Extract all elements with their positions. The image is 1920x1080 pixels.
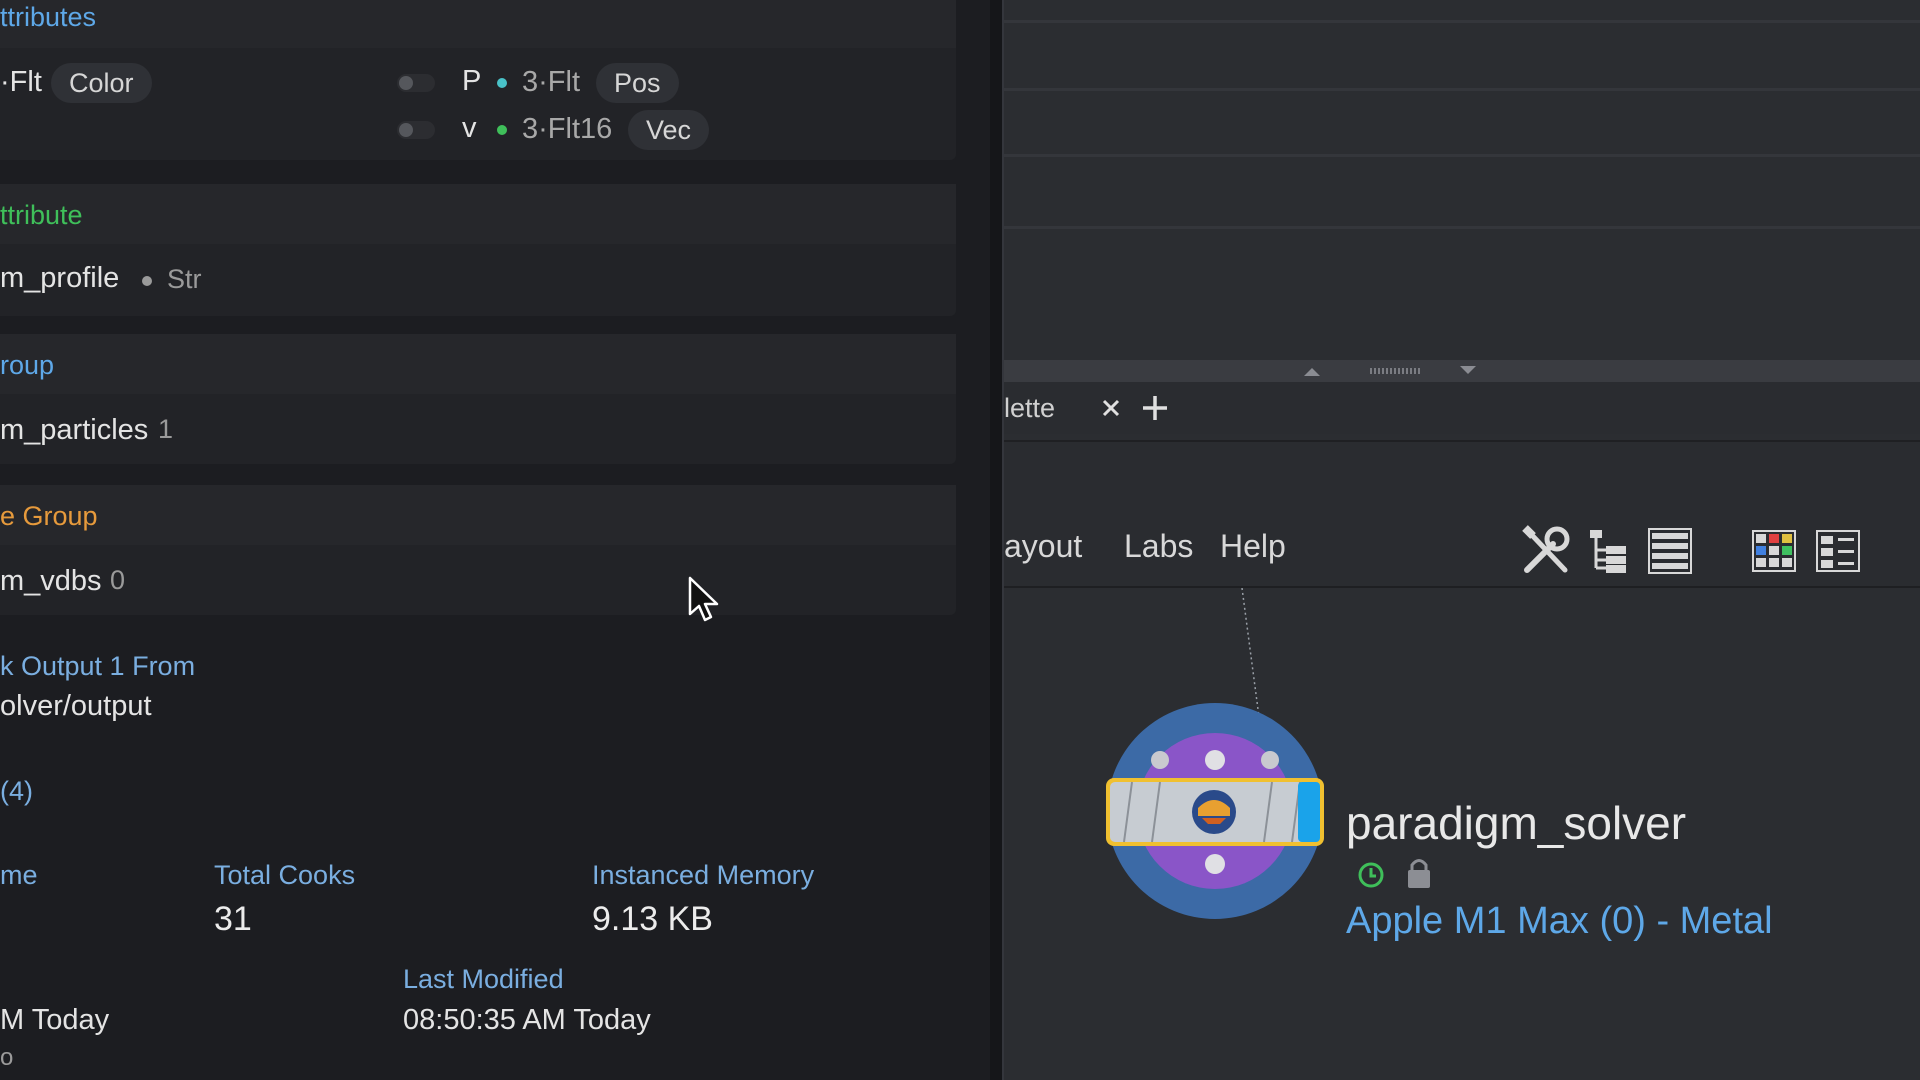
group-title: roup: [0, 350, 55, 380]
network-pane: lette ayout Labs Help paradigm_solver Ap…: [1004, 0, 1920, 1080]
volume-group-header[interactable]: e Group: [0, 485, 956, 545]
plus-icon[interactable]: [1142, 395, 1168, 421]
detail-attribute-title: ttribute: [0, 200, 83, 230]
tree-view-icon[interactable]: [1588, 528, 1628, 574]
lock-icon[interactable]: [1404, 856, 1434, 890]
close-icon[interactable]: [1102, 399, 1120, 417]
network-menu-bar: ayout Labs Help: [1004, 506, 1920, 588]
created-value: M Today: [0, 1004, 110, 1036]
detail-attribute-dot: [142, 276, 152, 286]
attributes-title: ttributes: [0, 2, 97, 32]
trailing-text: o: [0, 1044, 14, 1071]
attributes-header[interactable]: ttributes: [0, 0, 956, 48]
pane-resize-strip[interactable]: [1004, 360, 1920, 382]
collapse-down-icon[interactable]: [1460, 366, 1476, 376]
total-cooks-label: Total Cooks: [214, 860, 356, 890]
volume-group-name: m_vdbs: [0, 565, 102, 597]
mouse-cursor-icon: [688, 576, 719, 622]
list-view-icon[interactable]: [1648, 528, 1692, 574]
menu-help[interactable]: Help: [1220, 528, 1286, 565]
detail-attribute-name: m_profile: [0, 262, 120, 294]
attr-p-tag: Pos: [596, 63, 679, 103]
volume-group-title: e Group: [0, 501, 98, 531]
attr-p-dot: [497, 78, 507, 88]
menu-labs[interactable]: Labs: [1124, 528, 1193, 565]
thumbnail-view-icon[interactable]: [1816, 530, 1860, 572]
top-rule-4: [1004, 226, 1920, 229]
attr-v-type: 3·Flt16: [522, 113, 613, 145]
attr-left-type: ·Flt: [0, 66, 42, 98]
output-label: k Output 1 From: [0, 651, 196, 681]
node-name[interactable]: paradigm_solver: [1346, 796, 1686, 850]
volume-group-section: e Group m_vdbs 0: [0, 485, 956, 615]
drag-handle[interactable]: [1370, 368, 1422, 374]
total-cooks-value: 31: [214, 900, 252, 938]
paradigm-solver-node[interactable]: [1102, 700, 1342, 940]
attr-p-type: 3·Flt: [522, 66, 580, 98]
group-count: 1: [158, 414, 174, 444]
attr-v-name: v: [462, 112, 477, 144]
detail-attribute-type: Str: [167, 264, 202, 294]
last-modified-value: 08:50:35 AM Today: [403, 1004, 651, 1036]
node-device: Apple M1 Max (0) - Metal: [1346, 900, 1773, 942]
attr-left-tag: Color: [51, 63, 152, 103]
attr-p-toggle[interactable]: [397, 74, 435, 92]
tab-palette[interactable]: lette: [1004, 382, 1055, 434]
node-info-panel: ttributes ·Flt Color P 3·Flt Pos v 3·Flt…: [0, 0, 990, 1080]
output-path[interactable]: olver/output: [0, 690, 152, 723]
top-rule-3: [1004, 154, 1920, 157]
group-header[interactable]: roup: [0, 334, 956, 394]
collapse-up-icon[interactable]: [1304, 366, 1320, 376]
group-name: m_particles: [0, 414, 149, 446]
attributes-section: ttributes ·Flt Color P 3·Flt Pos v 3·Flt…: [0, 0, 956, 160]
top-rule-2: [1004, 88, 1920, 91]
attr-p-name: P: [462, 65, 482, 97]
attr-v-toggle[interactable]: [397, 121, 435, 139]
clock-icon: [1358, 862, 1384, 888]
tools-icon[interactable]: [1519, 524, 1573, 578]
top-rule-1: [1004, 20, 1920, 23]
tab-bar: lette: [1004, 382, 1920, 434]
stats-count: (4): [0, 776, 33, 806]
group-section: roup m_particles 1: [0, 334, 956, 464]
path-bar: [1004, 440, 1920, 506]
time-label: me: [0, 860, 38, 890]
network-editor[interactable]: paradigm_solver Apple M1 Max (0) - Metal: [1004, 588, 1920, 1080]
instanced-memory-label: Instanced Memory: [592, 860, 815, 890]
menu-layout[interactable]: ayout: [1004, 528, 1082, 565]
attr-v-dot: [497, 125, 507, 135]
last-modified-label: Last Modified: [403, 964, 564, 994]
attr-v-tag: Vec: [628, 110, 710, 150]
instanced-memory-value: 9.13 KB: [592, 900, 713, 938]
detail-attribute-header[interactable]: ttribute: [0, 184, 956, 244]
grid-view-icon[interactable]: [1752, 530, 1796, 572]
volume-group-count: 0: [110, 565, 126, 595]
detail-attribute-section: ttribute m_profile Str: [0, 184, 956, 316]
